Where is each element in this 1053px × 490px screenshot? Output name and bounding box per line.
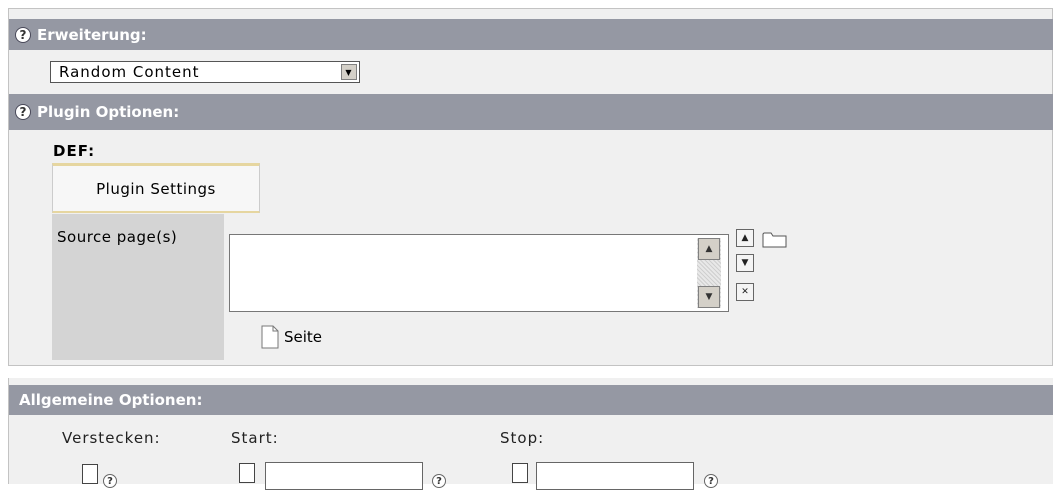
- seite-link[interactable]: Seite: [260, 325, 322, 349]
- def-label: DEF:: [53, 142, 96, 160]
- plugin-title: Plugin Optionen:: [37, 103, 180, 121]
- help-icon[interactable]: ?: [103, 474, 117, 488]
- start-date-input[interactable]: [265, 462, 423, 490]
- stop-date-input[interactable]: [536, 462, 694, 490]
- arrow-down-icon: ▼: [741, 258, 749, 268]
- extension-select[interactable]: Random Content ▼: [50, 61, 360, 83]
- chevron-down-icon[interactable]: ▼: [341, 64, 357, 80]
- stop-checkbox[interactable]: [512, 463, 528, 483]
- start-label: Start:: [231, 429, 279, 447]
- tab-plugin-settings-label: Plugin Settings: [96, 179, 216, 198]
- help-icon[interactable]: ?: [15, 26, 31, 43]
- listbox-scrollbar[interactable]: ▲ ▼: [697, 238, 721, 308]
- arrow-up-icon: ▲: [741, 233, 749, 243]
- move-down-button[interactable]: ▼: [736, 254, 754, 272]
- close-icon: ✕: [741, 287, 749, 297]
- seite-label: Seite: [284, 328, 323, 346]
- extension-select-value: Random Content: [59, 63, 200, 81]
- move-up-button[interactable]: ▲: [736, 229, 754, 247]
- general-header: Allgemeine Optionen:: [9, 385, 1053, 415]
- tab-plugin-settings[interactable]: Plugin Settings: [52, 163, 260, 213]
- remove-button[interactable]: ✕: [736, 283, 754, 301]
- hide-label: Verstecken:: [62, 429, 161, 447]
- plugin-header: ? Plugin Optionen:: [9, 94, 1053, 130]
- hide-checkbox[interactable]: [82, 464, 98, 484]
- folder-icon[interactable]: [762, 230, 788, 248]
- page-icon: [261, 325, 279, 349]
- general-title: Allgemeine Optionen:: [19, 391, 203, 409]
- source-pages-listbox[interactable]: [229, 234, 729, 312]
- help-icon[interactable]: ?: [432, 474, 446, 488]
- start-checkbox[interactable]: [239, 463, 255, 483]
- source-pages-label: Source page(s): [57, 228, 178, 246]
- extension-title: Erweiterung:: [37, 25, 147, 44]
- help-icon[interactable]: ?: [704, 474, 718, 488]
- extension-header: ? Erweiterung:: [9, 19, 1053, 50]
- scroll-up-icon[interactable]: ▲: [698, 238, 720, 260]
- help-icon[interactable]: ?: [15, 104, 31, 120]
- scroll-down-icon[interactable]: ▼: [698, 286, 720, 308]
- stop-label: Stop:: [500, 429, 545, 447]
